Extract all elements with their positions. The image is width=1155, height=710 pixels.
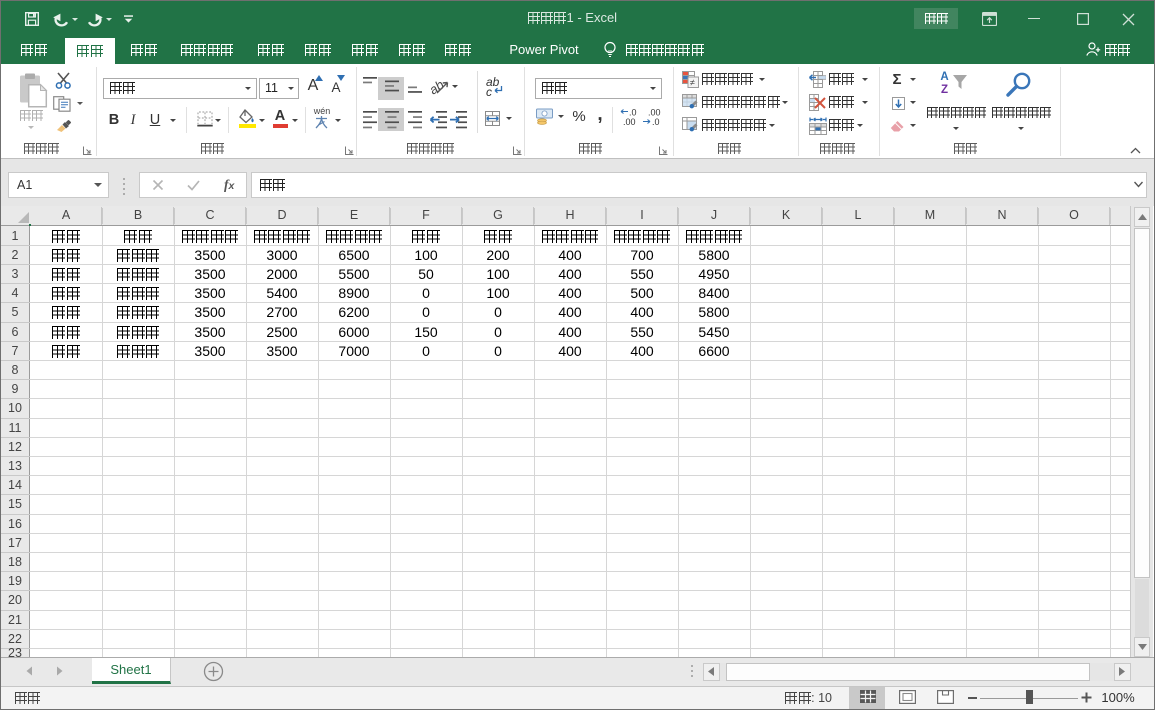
svg-text:.00: .00 <box>623 117 636 126</box>
svg-text:≠: ≠ <box>690 78 695 88</box>
svg-text:.0: .0 <box>652 117 660 126</box>
